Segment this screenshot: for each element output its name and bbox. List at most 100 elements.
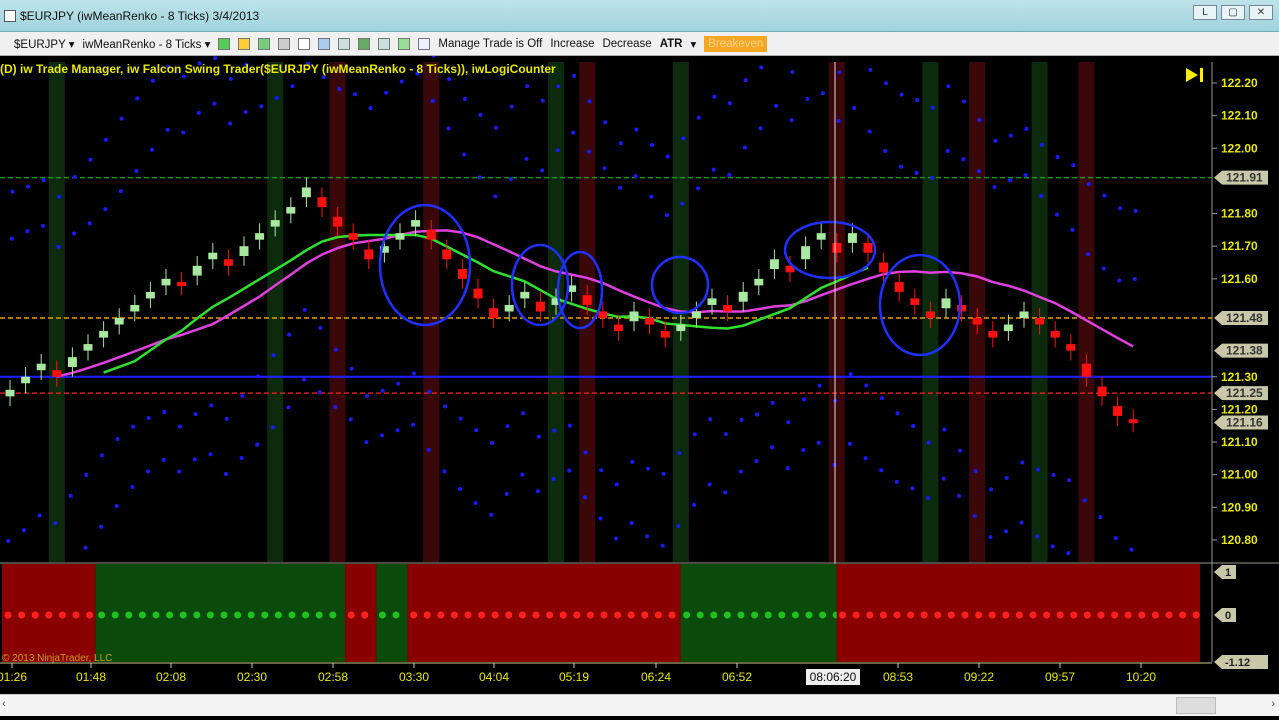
- atr-button[interactable]: ATR: [660, 38, 683, 50]
- counter-dot: [31, 611, 39, 619]
- counter-dot: [879, 611, 887, 619]
- indicators-icon[interactable]: [358, 37, 371, 50]
- counter-dot: [505, 611, 513, 619]
- data-box-icon[interactable]: [418, 37, 431, 50]
- x-tick-label: 04:04: [479, 670, 509, 684]
- band-dot: [478, 112, 483, 117]
- maximize-button[interactable]: ▢: [1221, 5, 1245, 20]
- scroll-right-icon[interactable]: ›: [1271, 698, 1275, 710]
- counter-dot: [791, 611, 799, 619]
- up-brick: [816, 233, 826, 240]
- counter-dot: [532, 611, 540, 619]
- chart-style-icon[interactable]: [218, 37, 231, 50]
- scroll-left-icon[interactable]: ‹: [2, 698, 6, 710]
- band-dot: [587, 99, 592, 104]
- band-dot: [894, 479, 899, 484]
- up-brick: [99, 331, 109, 338]
- counter-dot: [839, 611, 847, 619]
- y-tick-label: 121.70: [1221, 239, 1258, 253]
- band-dot: [614, 482, 619, 487]
- band-dot: [114, 504, 119, 509]
- close-button[interactable]: ✕: [1249, 5, 1273, 20]
- band-dot: [728, 101, 732, 106]
- band-dot: [228, 76, 233, 81]
- counter-dot: [683, 611, 691, 619]
- down-brick: [489, 308, 499, 319]
- scrollbar-thumb[interactable]: [1176, 697, 1216, 714]
- counter-dot: [805, 611, 813, 619]
- band-dot: [72, 174, 77, 179]
- counter-dot: [220, 611, 228, 619]
- band-dot: [972, 513, 977, 518]
- pin-icon[interactable]: [258, 37, 271, 50]
- counter-dot: [437, 611, 445, 619]
- down-brick: [1128, 419, 1138, 424]
- dollar-icon[interactable]: [398, 37, 411, 50]
- band-dot: [368, 106, 373, 111]
- band-dot: [224, 416, 229, 421]
- band-dot: [427, 389, 432, 394]
- band-dot: [556, 84, 561, 89]
- band-dot: [790, 70, 795, 75]
- band-dot: [941, 476, 946, 481]
- band-dot: [274, 96, 279, 101]
- band-dot: [989, 487, 994, 492]
- counter-dot: [893, 611, 901, 619]
- band-dot: [976, 169, 981, 174]
- increase-button[interactable]: Increase: [550, 38, 594, 50]
- up-brick: [21, 376, 31, 384]
- up-brick: [738, 291, 748, 302]
- strategies-icon[interactable]: [378, 37, 391, 50]
- band-dot: [524, 156, 529, 161]
- y-tick-label: 120.80: [1221, 533, 1258, 547]
- manage-trade-button[interactable]: Manage Trade is Off: [438, 38, 542, 50]
- band-dot: [520, 472, 525, 477]
- band-dot: [337, 86, 342, 91]
- band-dot: [567, 423, 572, 428]
- down-brick: [723, 304, 733, 312]
- x-tick-label: 08:53: [883, 670, 913, 684]
- band-dot: [864, 383, 869, 388]
- band-dot: [1039, 193, 1044, 198]
- up-brick: [145, 291, 155, 299]
- pencil-draw-icon[interactable]: [238, 37, 251, 50]
- band-dot: [208, 452, 213, 457]
- counter-dot: [1138, 611, 1146, 619]
- band-dot: [836, 118, 841, 123]
- price-marker-label: 121.25: [1226, 386, 1263, 400]
- pin-disabled-icon[interactable]: [278, 37, 291, 50]
- up-brick: [301, 187, 311, 198]
- band-dot: [665, 154, 670, 159]
- breakeven-button[interactable]: Breakeven: [704, 35, 768, 52]
- minimize-button[interactable]: L: [1193, 5, 1217, 20]
- band-dot: [1035, 534, 1040, 539]
- crosshair-icon[interactable]: [298, 37, 311, 50]
- band-dot: [489, 441, 494, 446]
- band-dot: [1004, 475, 1009, 480]
- period-selector[interactable]: iwMeanRenko - 8 Ticks ▾: [83, 37, 211, 51]
- band-dot: [162, 410, 167, 415]
- atr-dropdown-icon[interactable]: ▾: [690, 37, 696, 51]
- counter-dot: [261, 611, 269, 619]
- band-dot: [56, 244, 61, 249]
- properties-icon[interactable]: [338, 37, 351, 50]
- counter-dot: [152, 611, 160, 619]
- band-dot: [1133, 208, 1138, 213]
- counter-dot: [627, 611, 635, 619]
- band-dot: [84, 472, 89, 477]
- zoom-icon[interactable]: [318, 37, 331, 50]
- band-dot: [692, 502, 696, 507]
- y-tick-label: 121.80: [1221, 207, 1258, 221]
- counter-dot: [819, 611, 827, 619]
- band-dot: [442, 469, 447, 474]
- y-tick-label: 120.90: [1221, 500, 1258, 514]
- counter-dot: [1015, 611, 1023, 619]
- up-brick: [769, 259, 779, 270]
- band-dot: [462, 96, 467, 101]
- horizontal-scrollbar[interactable]: ‹ ›: [0, 694, 1279, 716]
- price-chart[interactable]: 122.20 122.10 122.00 121.80 121.70 121.60 121.…: [0, 56, 1279, 694]
- decrease-button[interactable]: Decrease: [602, 38, 651, 50]
- highlight-bar-red: [1078, 62, 1095, 562]
- instrument-selector[interactable]: $EURJPY ▾: [14, 37, 75, 51]
- band-dot: [664, 213, 669, 218]
